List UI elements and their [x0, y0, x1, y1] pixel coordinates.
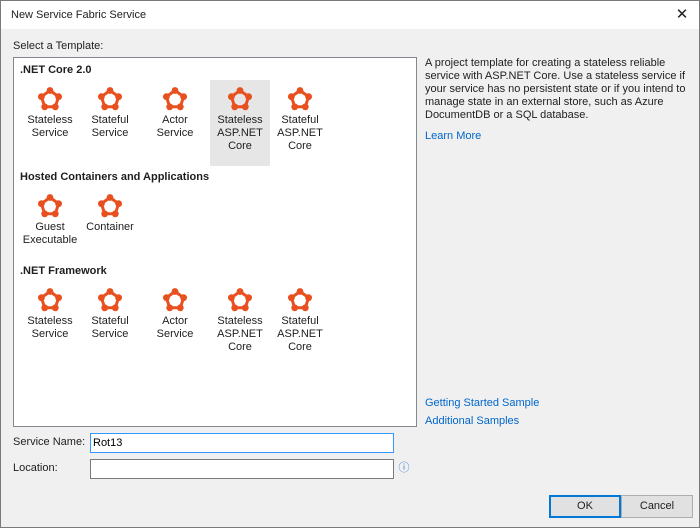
info-icon[interactable]: ⓘ	[398, 462, 410, 474]
service-name-input[interactable]	[90, 433, 394, 453]
template-tile-label: Actor Service	[156, 315, 194, 340]
service-fabric-icon	[98, 87, 122, 111]
template-tile[interactable]: Stateless Service	[20, 80, 80, 166]
window-title: New Service Fabric Service	[11, 9, 147, 21]
template-tile-label: Stateful Service	[91, 315, 129, 340]
template-tile-label: Actor Service	[156, 114, 194, 139]
template-tile[interactable]: Actor Service	[142, 80, 208, 166]
service-fabric-icon	[38, 87, 62, 111]
template-tile-label: Stateless ASP.NET Core	[217, 114, 263, 152]
service-fabric-icon	[163, 87, 187, 111]
template-tile[interactable]: Stateful ASP.NET Core	[270, 281, 330, 367]
group-header-hosted: Hosted Containers and Applications	[20, 171, 210, 183]
service-fabric-icon	[38, 194, 62, 218]
additional-samples-link[interactable]: Additional Samples	[425, 415, 519, 427]
template-tile-label: Guest Executable	[22, 221, 78, 246]
service-fabric-icon	[228, 87, 252, 111]
service-fabric-icon	[38, 288, 62, 312]
service-fabric-icon	[98, 288, 122, 312]
service-name-label: Service Name:	[13, 436, 86, 448]
ok-button[interactable]: OK	[549, 495, 621, 518]
template-tile-label: Stateless ASP.NET Core	[217, 315, 263, 353]
template-tile[interactable]: Stateless Service	[20, 281, 80, 367]
group-header-netcore: .NET Core 2.0	[20, 64, 92, 76]
template-tile[interactable]: Stateful Service	[80, 80, 140, 166]
description-text: A project template for creating a statel…	[425, 57, 686, 121]
service-fabric-icon	[163, 288, 187, 312]
location-input[interactable]	[90, 459, 394, 479]
template-tile-label: Stateful ASP.NET Core	[277, 315, 323, 353]
getting-started-link[interactable]: Getting Started Sample	[425, 397, 539, 409]
learn-more-link[interactable]: Learn More	[425, 130, 481, 142]
template-description: A project template for creating a statel…	[425, 57, 691, 122]
location-label: Location:	[13, 462, 58, 474]
template-tile[interactable]: Stateful ASP.NET Core	[270, 80, 330, 166]
template-tile-label: Stateless Service	[27, 315, 73, 340]
close-icon[interactable]: ✕	[665, 1, 699, 29]
template-tile[interactable]: Guest Executable	[20, 187, 80, 273]
template-tile[interactable]: Actor Service	[142, 281, 208, 367]
service-fabric-icon	[288, 87, 312, 111]
service-fabric-icon	[228, 288, 252, 312]
template-tile-label: Container	[86, 221, 134, 233]
title-bar: New Service Fabric Service ✕	[1, 1, 699, 29]
dialog-window: New Service Fabric Service ✕ Select a Te…	[0, 0, 700, 528]
template-tile-label: Stateful ASP.NET Core	[277, 114, 323, 152]
cancel-button[interactable]: Cancel	[621, 495, 693, 518]
template-list[interactable]: .NET Core 2.0 Hosted Containers and Appl…	[13, 57, 417, 427]
service-fabric-icon	[98, 194, 122, 218]
service-fabric-icon	[288, 288, 312, 312]
template-tile-label: Stateless Service	[27, 114, 73, 139]
template-tile[interactable]: Stateless ASP.NET Core	[210, 281, 270, 367]
template-tile[interactable]: Stateless ASP.NET Core	[210, 80, 270, 166]
template-tile[interactable]: Container	[80, 187, 140, 273]
template-tile-label: Stateful Service	[91, 114, 129, 139]
template-tile[interactable]: Stateful Service	[80, 281, 140, 367]
select-template-label: Select a Template:	[13, 40, 104, 52]
